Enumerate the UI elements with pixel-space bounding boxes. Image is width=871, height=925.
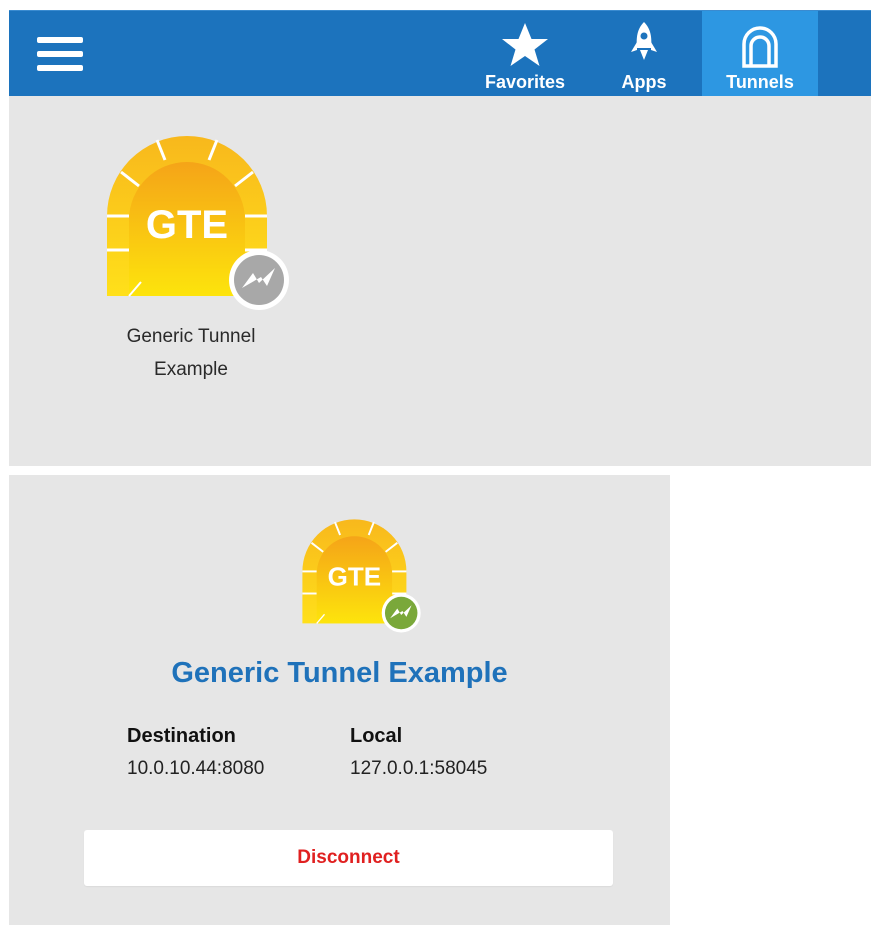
local-value: 127.0.0.1:58045 (350, 758, 488, 779)
destination-value: 10.0.10.44:8080 (127, 758, 265, 779)
tunnel-name-line1: Generic Tunnel (126, 326, 256, 347)
local-label: Local (350, 725, 403, 747)
tab-favorites[interactable]: Favorites (475, 11, 575, 96)
disconnect-button[interactable]: Disconnect (84, 830, 613, 886)
tunnel-icon (742, 26, 778, 68)
tunnel-detail-badge-text: GTE (328, 562, 381, 592)
tab-favorites-label: Favorites (484, 72, 566, 92)
destination-label: Destination (127, 725, 236, 747)
tunnel-app-icon: GTE (107, 136, 289, 310)
tab-apps[interactable]: Apps (609, 11, 679, 96)
tunnel-detail-panel: GTE Generic Tunnel Example Destination 1… (9, 475, 670, 925)
tab-tunnels[interactable]: Tunnels (702, 11, 818, 96)
tunnel-tile-name: Generic Tunnel Example (91, 320, 291, 386)
star-icon (502, 23, 548, 66)
tunnel-list-panel: GTE Generic Tunnel Example (9, 96, 871, 466)
tab-tunnels-label: Tunnels (726, 72, 794, 92)
tunnel-detail-title: Generic Tunnel Example (171, 657, 508, 689)
tunnel-badge-text: GTE (146, 203, 228, 247)
rocket-icon (631, 22, 657, 60)
tunnel-name-line2: Example (154, 359, 228, 380)
top-navigation-bar: Favorites Apps Tunnels (9, 10, 871, 96)
tab-apps-label: Apps (621, 72, 667, 92)
tunnel-detail-icon: GTE (302, 519, 421, 633)
hamburger-icon[interactable] (37, 37, 83, 71)
